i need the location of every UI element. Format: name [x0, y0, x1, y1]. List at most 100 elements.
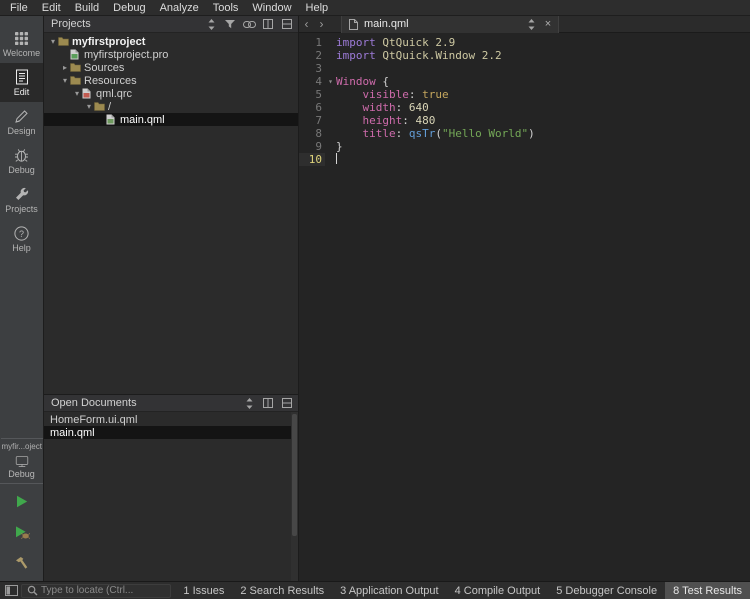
folder-icon: [58, 37, 71, 46]
output-pane-1-issues[interactable]: 1 Issues: [175, 582, 232, 599]
code-line[interactable]: height: 480: [336, 114, 750, 127]
line-number: 3: [315, 62, 322, 75]
tree-row-main-qml[interactable]: main.qml: [44, 113, 298, 126]
code-area[interactable]: import QtQuick 2.9 import QtQuick.Window …: [336, 36, 750, 581]
help-mode-icon: ?: [14, 225, 30, 241]
pro-file-icon: [70, 49, 83, 60]
status-bar: 1 Issues2 Search Results3 Application Ou…: [0, 581, 750, 599]
code-line[interactable]: width: 640: [336, 101, 750, 114]
open-document-main-qml[interactable]: main.qml: [44, 426, 298, 439]
code-line[interactable]: title: qsTr("Hello World"): [336, 127, 750, 140]
code-line[interactable]: [336, 153, 750, 166]
left-panel-column: Projects ▾ myfirstproject myfirstproject.p…: [44, 16, 299, 581]
project-tree: ▾ myfirstproject myfirstproject.pro ▸ Source…: [44, 33, 298, 394]
tree-row-resources[interactable]: ▾ Resources: [44, 74, 298, 87]
menu-debug[interactable]: Debug: [106, 1, 152, 15]
code-line[interactable]: }: [336, 140, 750, 153]
link-with-editor-icon[interactable]: [242, 18, 256, 31]
split-icon[interactable]: [261, 397, 275, 410]
open-documents-list: HomeForm.ui.qml main.qml: [44, 412, 298, 581]
editor-tabbar: ‹ › main.qml ×: [299, 15, 750, 33]
chevron-right-icon[interactable]: ▸: [60, 61, 70, 74]
close-panel-icon[interactable]: [280, 18, 294, 31]
tree-item-label: myfirstproject: [72, 35, 146, 48]
menu-edit[interactable]: Edit: [35, 1, 68, 15]
code-line[interactable]: [336, 62, 750, 75]
tree-item-label: main.qml: [120, 113, 165, 126]
build-button[interactable]: [10, 553, 34, 577]
menu-analyze[interactable]: Analyze: [153, 1, 206, 15]
search-icon: [26, 584, 38, 598]
run-button[interactable]: [10, 491, 34, 515]
tree-row-qml-qrc[interactable]: ▾ qml.qrc: [44, 87, 298, 100]
projects-header-icons: [204, 18, 294, 31]
tab-close-icon[interactable]: ×: [542, 18, 554, 30]
mode-item-debug[interactable]: Debug: [0, 141, 43, 180]
mode-item-help[interactable]: ? Help: [0, 219, 43, 258]
fold-placeholder: [325, 62, 336, 75]
mode-item-projects[interactable]: Projects: [0, 180, 43, 219]
tree-item-label: Sources: [84, 61, 125, 74]
document-dropdown-icon[interactable]: [524, 18, 538, 31]
menu-file[interactable]: File: [3, 1, 35, 15]
tree-row-myfirstproject-pro[interactable]: myfirstproject.pro: [44, 48, 298, 61]
design-mode-icon: [14, 108, 30, 124]
fold-placeholder: [325, 49, 336, 62]
mode-item-design[interactable]: Design: [0, 102, 43, 141]
code-line[interactable]: visible: true: [336, 88, 750, 101]
open-document-homeform-ui-qml[interactable]: HomeForm.ui.qml: [44, 413, 298, 426]
locator[interactable]: [21, 583, 171, 598]
fold-placeholder: [325, 153, 336, 166]
debug-run-button[interactable]: [10, 522, 34, 546]
output-pane-4-compile-output[interactable]: 4 Compile Output: [447, 582, 549, 599]
code-line[interactable]: import QtQuick 2.9: [336, 36, 750, 49]
sidebar-toggle-icon[interactable]: [3, 584, 19, 598]
target-selector[interactable]: Debug: [0, 453, 43, 484]
tree-item-label: myfirstproject.pro: [84, 48, 169, 61]
menu-help[interactable]: Help: [299, 1, 336, 15]
split-icon[interactable]: [261, 18, 275, 31]
close-panel-icon[interactable]: [280, 397, 294, 410]
welcome-mode-icon: [14, 30, 30, 46]
output-pane-5-debugger-console[interactable]: 5 Debugger Console: [548, 582, 665, 599]
mode-item-edit[interactable]: Edit: [0, 63, 43, 102]
locator-input[interactable]: [41, 585, 159, 596]
fold-placeholder: [325, 101, 336, 114]
scrollbar-thumb[interactable]: [292, 414, 297, 536]
output-pane-8-test-results[interactable]: 8 Test Results: [665, 581, 750, 599]
tree-row-sources[interactable]: ▸ Sources: [44, 61, 298, 74]
menu-tools[interactable]: Tools: [206, 1, 246, 15]
build-hammer-icon: [14, 556, 29, 574]
menu-window[interactable]: Window: [245, 1, 298, 15]
combo-arrows-icon[interactable]: [242, 397, 256, 410]
open-documents-scrollbar[interactable]: [291, 412, 298, 581]
filter-icon[interactable]: [223, 18, 237, 31]
open-documents-header[interactable]: Open Documents: [44, 395, 298, 412]
output-pane-2-search-results[interactable]: 2 Search Results: [232, 582, 332, 599]
chevron-down-icon[interactable]: ▾: [72, 87, 82, 100]
mode-item-welcome[interactable]: Welcome: [0, 24, 43, 63]
chevron-down-icon[interactable]: ▾: [48, 35, 58, 48]
code-line[interactable]: import QtQuick.Window 2.2: [336, 49, 750, 62]
tree-row-root[interactable]: ▾ /: [44, 100, 298, 113]
monitor-icon: [15, 455, 29, 468]
line-number: 7: [315, 114, 322, 127]
editor-body[interactable]: 1 2 3 4 5 6 7 8 9 10 ▾ import QtQuick 2.9 import Q…: [299, 33, 750, 581]
menu-build[interactable]: Build: [68, 1, 106, 15]
chevron-down-icon[interactable]: ▾: [60, 74, 70, 87]
fold-column: ▾: [325, 36, 336, 581]
editor-tab-main-qml[interactable]: main.qml ×: [341, 15, 559, 33]
tree-row-myfirstproject[interactable]: ▾ myfirstproject: [44, 35, 298, 48]
nav-forward-icon[interactable]: ›: [314, 17, 329, 32]
projects-panel: Projects ▾ myfirstproject myfirstproject.p…: [44, 16, 298, 394]
projects-panel-header[interactable]: Projects: [44, 16, 298, 33]
document-label: HomeForm.ui.qml: [50, 413, 138, 426]
code-line[interactable]: Window {: [336, 75, 750, 88]
chevron-down-icon[interactable]: ▾: [84, 100, 94, 113]
line-number: 5: [315, 88, 322, 101]
output-pane-3-application-output[interactable]: 3 Application Output: [332, 582, 446, 599]
combo-arrows-icon[interactable]: [204, 18, 218, 31]
nav-back-icon[interactable]: ‹: [299, 17, 314, 32]
fold-marker-icon[interactable]: ▾: [325, 75, 336, 88]
line-number: 9: [315, 140, 322, 153]
